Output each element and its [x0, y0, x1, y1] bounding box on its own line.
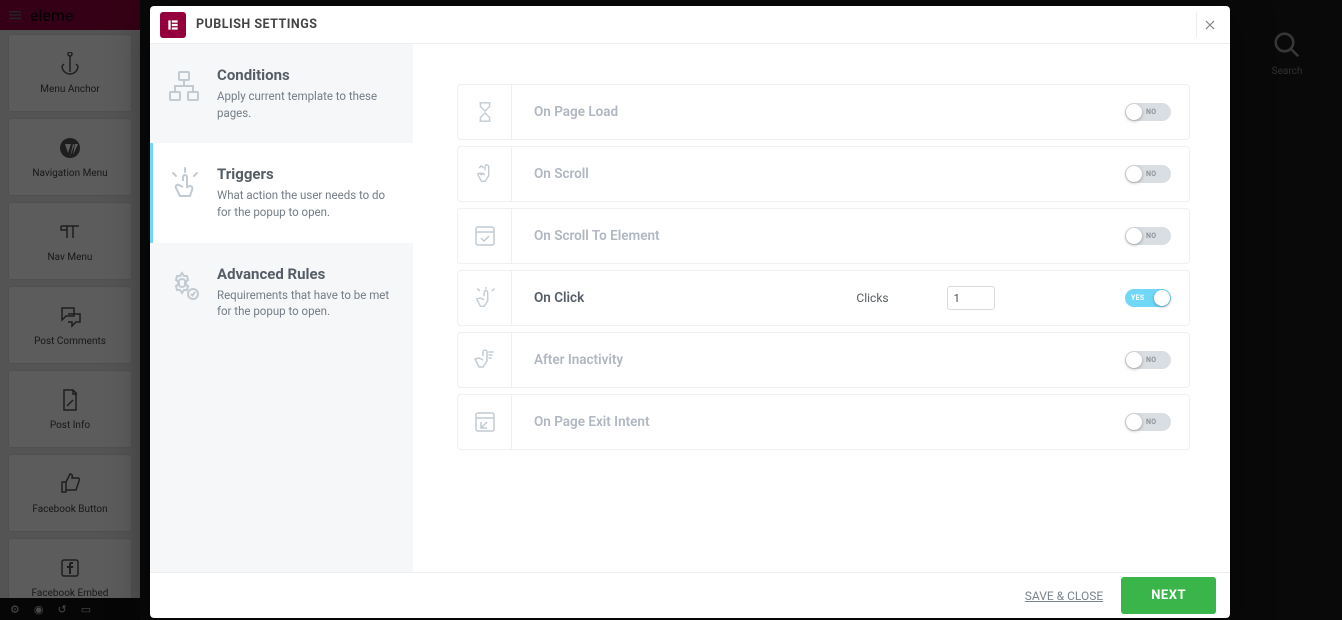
elementor-logo-icon	[160, 12, 186, 38]
trigger-after-inactivity: After Inactivity NO	[457, 332, 1190, 388]
sidebar-item-title: Triggers	[217, 165, 397, 183]
modal-title: PUBLISH SETTINGS	[196, 17, 317, 32]
trigger-toggle[interactable]: NO	[1125, 227, 1171, 245]
triggers-panel: On Page Load NO On Scroll NO	[413, 44, 1230, 572]
save-and-close-link[interactable]: SAVE & CLOSE	[1025, 589, 1103, 603]
trigger-label: On Page Exit Intent	[512, 414, 732, 430]
settings-sidebar: Conditions Apply current template to the…	[150, 44, 413, 572]
sidebar-item-triggers[interactable]: Triggers What action the user needs to d…	[150, 143, 413, 242]
sidebar-item-desc: What action the user needs to do for the…	[217, 187, 397, 220]
trigger-toggle[interactable]: NO	[1125, 351, 1171, 369]
trigger-toggle[interactable]: NO	[1125, 165, 1171, 183]
trigger-on-page-exit-intent: On Page Exit Intent NO	[457, 394, 1190, 450]
inactivity-icon	[458, 333, 512, 387]
sidebar-item-advanced-rules[interactable]: Advanced Rules Requirements that have to…	[150, 243, 413, 342]
next-button[interactable]: NEXT	[1121, 577, 1216, 614]
clicks-input[interactable]	[947, 286, 995, 310]
sidebar-item-title: Conditions	[217, 66, 397, 84]
modal-header: PUBLISH SETTINGS	[150, 6, 1230, 44]
trigger-on-page-load: On Page Load NO	[457, 84, 1190, 140]
scroll-icon	[458, 147, 512, 201]
exit-intent-icon	[458, 395, 512, 449]
trigger-label: On Click	[512, 290, 732, 306]
conditions-icon	[166, 68, 202, 104]
clicks-label: Clicks	[856, 291, 888, 305]
trigger-label: After Inactivity	[512, 352, 732, 368]
scroll-to-element-icon	[458, 209, 512, 263]
trigger-toggle[interactable]: NO	[1125, 413, 1171, 431]
trigger-label: On Scroll To Element	[512, 228, 732, 244]
sidebar-item-conditions[interactable]: Conditions Apply current template to the…	[150, 44, 413, 143]
trigger-toggle[interactable]: YES	[1125, 289, 1171, 307]
close-icon	[1203, 18, 1217, 32]
trigger-label: On Page Load	[512, 104, 732, 120]
hourglass-icon	[458, 85, 512, 139]
advanced-rules-icon	[166, 267, 202, 303]
sidebar-item-desc: Apply current template to these pages.	[217, 88, 397, 121]
trigger-on-click: On Click Clicks YES	[457, 270, 1190, 326]
sidebar-item-desc: Requirements that have to be met for the…	[217, 287, 397, 320]
trigger-on-scroll-to-element: On Scroll To Element NO	[457, 208, 1190, 264]
close-button[interactable]	[1196, 12, 1222, 38]
click-icon	[458, 271, 512, 325]
trigger-toggle[interactable]: NO	[1125, 103, 1171, 121]
publish-settings-modal: PUBLISH SETTINGS Conditions Apply curren…	[150, 6, 1230, 618]
trigger-label: On Scroll	[512, 166, 732, 182]
modal-footer: SAVE & CLOSE NEXT	[150, 572, 1230, 618]
triggers-icon	[166, 167, 202, 203]
trigger-on-scroll: On Scroll NO	[457, 146, 1190, 202]
sidebar-item-title: Advanced Rules	[217, 265, 397, 283]
